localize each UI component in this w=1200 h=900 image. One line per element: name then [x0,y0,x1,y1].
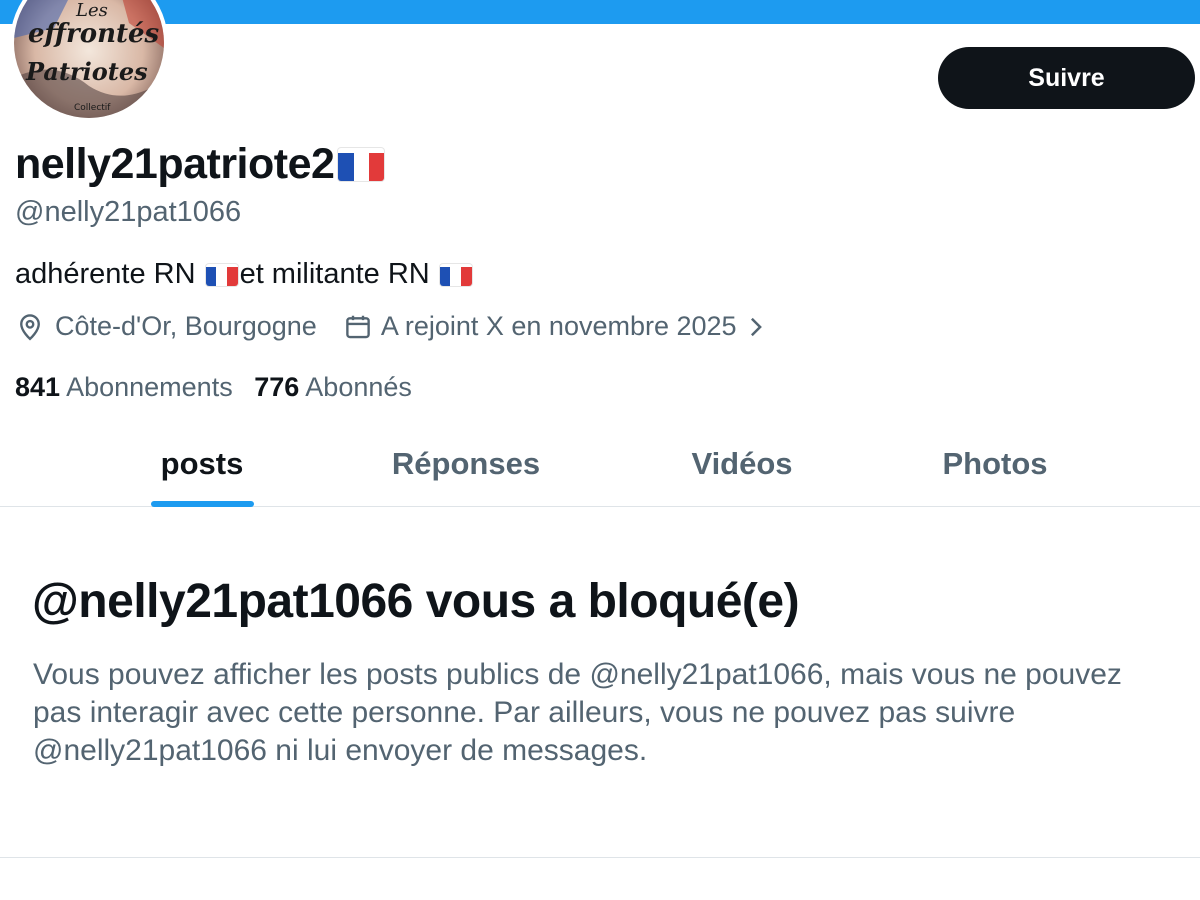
display-name-text: nelly21patriote2 [15,140,335,188]
profile-page: Les effrontés Patriotes Collectif Suivre… [0,0,1200,900]
followers-count: 776 [254,372,300,402]
divider [0,857,1200,858]
france-flag-icon [205,264,238,286]
profile-meta: Côte-d'Or, Bourgogne A rejoint X en nove… [15,311,765,342]
calendar-icon [343,312,373,342]
follow-button[interactable]: Suivre [938,47,1195,109]
joined-text: A rejoint X en novembre 2025 [380,311,737,341]
avatar-text-line4: Collectif [74,103,111,113]
avatar-text-line2: effrontés [28,19,160,49]
avatar-image: Les effrontés Patriotes Collectif [14,0,164,118]
tab-videos[interactable]: Vidéos [652,428,832,506]
location-text: Côte-d'Or, Bourgogne [55,311,317,341]
followers-label: Abonnés [305,372,412,402]
profile-handle: @nelly21pat1066 [15,196,242,228]
profile-location: Côte-d'Or, Bourgogne [15,311,317,342]
chevron-right-icon [747,316,765,338]
france-flag-icon [439,264,472,286]
france-flag-icon [338,148,385,181]
active-tab-indicator [151,501,254,507]
bio-text-part1: adhérente RN [15,258,196,290]
followers-stat[interactable]: 776 Abonnés [254,372,412,402]
tab-posts[interactable]: posts [122,428,282,506]
profile-tabs: posts Réponses Vidéos Photos [0,428,1200,507]
avatar-text-line1: Les [75,0,108,21]
blocked-message: Vous pouvez afficher les posts publics d… [33,658,1122,767]
bio-text-part2: et militante RN [239,258,430,290]
profile-bio: adhérente RN et militante RN [15,258,474,291]
blocked-title: @nelly21pat1066 vous a bloqué(e) [32,575,800,628]
avatar[interactable]: Les effrontés Patriotes Collectif [10,0,168,122]
following-stat[interactable]: 841 Abonnements [15,372,240,402]
following-count: 841 [15,372,61,402]
avatar-text-line3: Patriotes [25,57,148,86]
location-pin-icon [15,312,45,342]
display-name: nelly21patriote2 [15,140,385,189]
following-label: Abonnements [66,372,233,402]
profile-stats: 841 Abonnements 776 Abonnés [15,372,412,403]
tab-replies[interactable]: Réponses [366,428,566,506]
profile-banner[interactable] [0,0,1200,24]
tab-photos[interactable]: Photos [905,428,1085,506]
profile-joined[interactable]: A rejoint X en novembre 2025 [343,311,765,342]
